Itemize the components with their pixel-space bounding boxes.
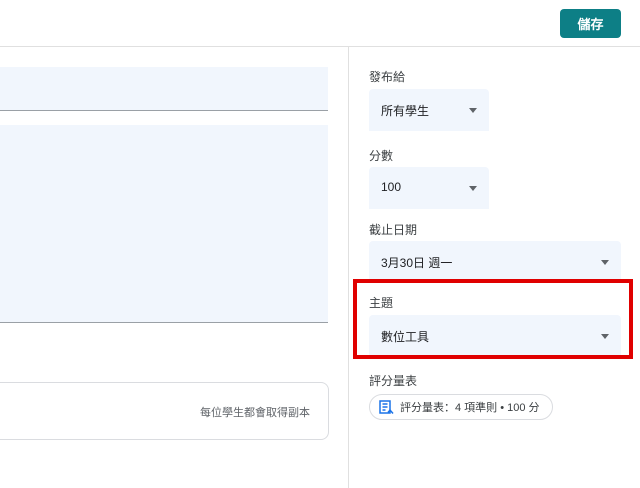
dropdown-arrow-icon [601, 260, 609, 265]
assign-to-value: 所有學生 [381, 104, 430, 118]
points-value: 100 [381, 180, 402, 194]
assign-to-select[interactable]: 所有學生 [369, 89, 489, 131]
instructions-field[interactable] [0, 125, 328, 323]
assign-to-label: 發布給 [369, 70, 406, 84]
save-button[interactable]: 儲存 [560, 9, 621, 38]
points-label: 分數 [369, 149, 394, 163]
due-date-select[interactable]: 3月30日 週一 [369, 241, 621, 283]
attachment-card[interactable]: 每位學生都會取得副本 [0, 382, 329, 440]
main-content: 每位學生都會取得副本 [0, 47, 348, 488]
dropdown-arrow-icon [469, 186, 477, 191]
rubric-chip[interactable]: 評分量表：4 項準則 • 100 分 [369, 394, 553, 420]
attachment-copy-note: 每位學生都會取得副本 [200, 407, 310, 419]
topic-select[interactable]: 數位工具 [369, 315, 621, 357]
points-select[interactable]: 100 [369, 167, 489, 209]
rubric-chip-label: 評分量表：4 項準則 • 100 分 [400, 402, 540, 414]
dropdown-arrow-icon [469, 108, 477, 113]
due-date-label: 截止日期 [369, 223, 418, 237]
rubric-icon [379, 400, 394, 414]
rubric-label: 評分量表 [369, 374, 418, 388]
topic-value: 數位工具 [381, 330, 430, 344]
dropdown-arrow-icon [601, 334, 609, 339]
settings-panel: 發布給 所有學生 分數 100 截止日期 3月30日 週一 主題 數位工具 評分… [348, 47, 640, 488]
topic-label: 主題 [369, 296, 394, 310]
top-bar: 儲存 [0, 0, 640, 47]
title-field[interactable] [0, 67, 328, 111]
due-date-value: 3月30日 週一 [381, 256, 453, 270]
